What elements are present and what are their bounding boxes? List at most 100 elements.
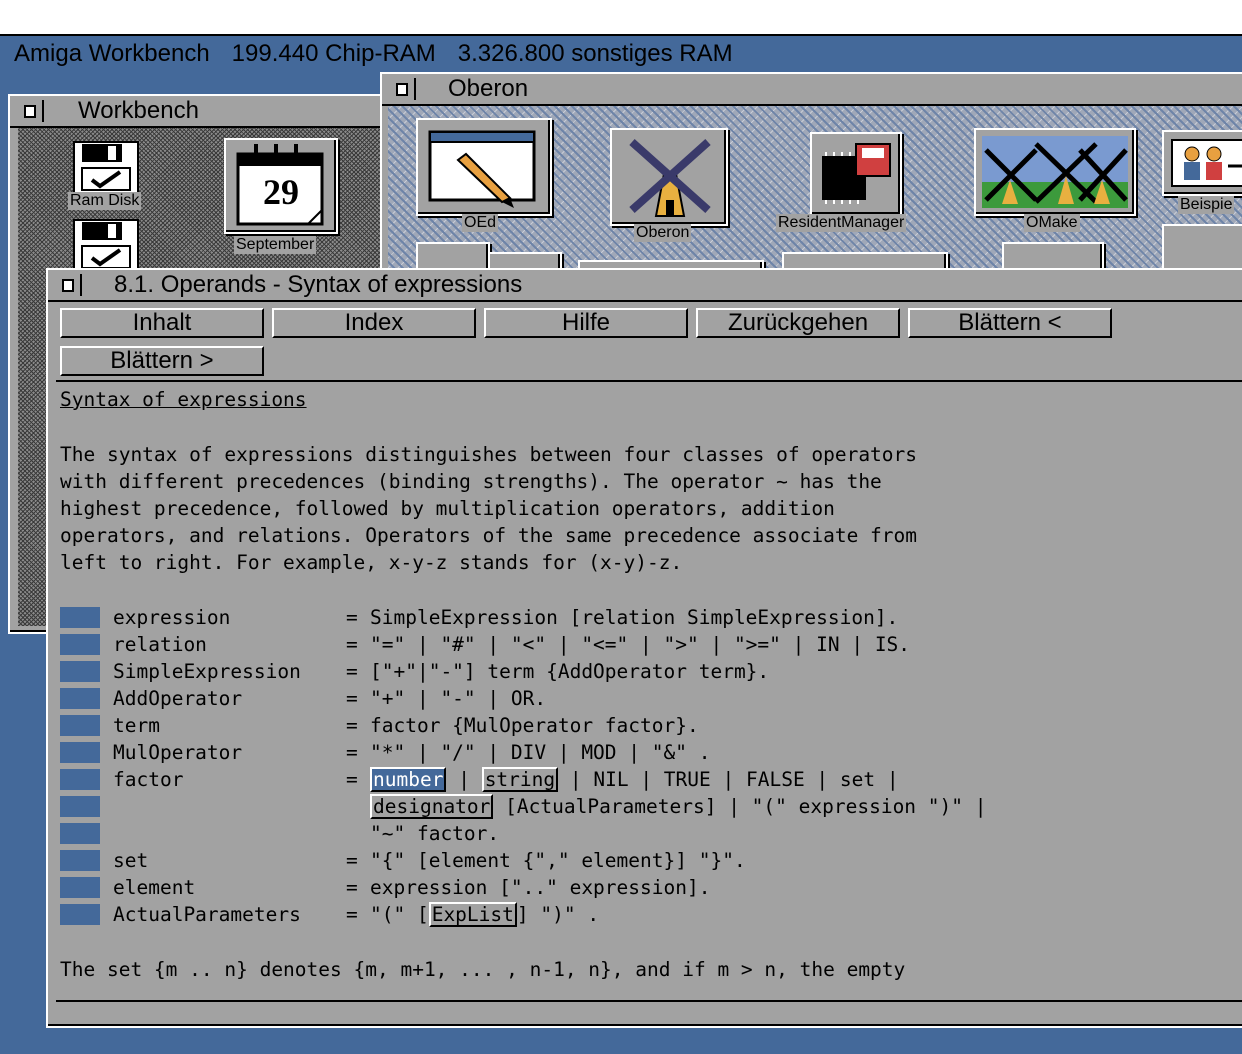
rule-equals: = (346, 876, 358, 899)
screen-title-bar: Amiga Workbench 199.440 Chip-RAM 3.326.800… (0, 0, 1242, 67)
rule-equals: = (346, 903, 358, 926)
help-content: Inhalt Index Hilfe Zurückgehen Blättern … (56, 302, 1242, 1018)
omake-label: OMake (1024, 214, 1080, 232)
disk-icon[interactable] (72, 218, 142, 274)
rule-body: expression [".." expression]. (370, 876, 711, 899)
grammar-row: factor = number | string | NIL | TRUE | … (56, 766, 1242, 793)
chip-ram-readout: 199.440 Chip-RAM (231, 40, 436, 67)
rule-name: factor (113, 768, 184, 791)
grammar-row: SimpleExpression = ["+"|"-"] term {AddOp… (56, 658, 1242, 685)
grammar-row: expression = SimpleExpression [relation … (56, 604, 1242, 631)
chip-icon[interactable] (810, 132, 902, 216)
people-icon[interactable] (1162, 130, 1242, 196)
hilfe-button[interactable]: Hilfe (484, 308, 688, 338)
rule-name: MulOperator (113, 741, 243, 764)
rule-body: "+" | "-" | OR. (370, 687, 547, 710)
row-marker (60, 877, 100, 898)
row-marker (60, 661, 100, 682)
row-marker (60, 634, 100, 655)
row-marker (60, 796, 100, 817)
ram-disk-icon[interactable] (72, 140, 142, 196)
row-marker (60, 823, 100, 844)
grammar-row: "~" factor. (56, 820, 1242, 847)
oed-label: OEd (462, 214, 499, 232)
help-text-area[interactable]: Syntax of expressions The syntax of expr… (56, 380, 1242, 1000)
rule-name: AddOperator (113, 687, 243, 710)
calendar-label: September (234, 236, 317, 254)
link-number[interactable]: number (370, 767, 447, 792)
workbench-titlebar[interactable]: Workbench (10, 96, 386, 128)
inhalt-button[interactable]: Inhalt (60, 308, 264, 338)
row-marker (60, 688, 100, 709)
footer-text-line: The set {m .. n} denotes {m, m+1, ... , … (60, 958, 906, 981)
blaettern-next-button[interactable]: Blättern > (60, 346, 264, 376)
link-designator[interactable]: designator (370, 794, 494, 819)
calendar-icon[interactable]: 29 (224, 138, 338, 234)
ram-disk-label: Ram Disk (68, 192, 142, 210)
section-heading: Syntax of expressions (60, 388, 307, 411)
rule-equals: = (346, 741, 358, 764)
horizontal-scrollbar[interactable] (56, 1000, 1242, 1018)
rule-equals: = (346, 687, 358, 710)
row-marker (60, 904, 100, 925)
editor-icon[interactable] (416, 118, 552, 216)
windmills-icon[interactable] (974, 128, 1136, 216)
rule-body: "~" factor. (370, 822, 500, 845)
rule-body: ["+"|"-"] term {AddOperator term}. (370, 660, 770, 683)
row-marker (60, 715, 100, 736)
rule-body: "=" | "#" | "<" | "<=" | ">" | ">=" | IN… (370, 633, 911, 656)
rule-name: set (113, 849, 149, 872)
grammar-row: element = expression [".." expression]. (56, 874, 1242, 901)
link-explist[interactable]: ExpList (428, 902, 517, 927)
rule-name: expression (113, 606, 231, 629)
link-string[interactable]: string (481, 767, 559, 792)
windmill-icon[interactable] (610, 128, 728, 226)
rule-equals: = (346, 849, 358, 872)
help-titlebar[interactable]: 8.1. Operands - Syntax of expressions (48, 270, 1242, 302)
grammar-row: MulOperator = "*" | "/" | DIV | MOD | "&… (56, 739, 1242, 766)
rule-body: "{" [element {"," element}] "}". (370, 849, 746, 872)
close-gadget-icon[interactable] (390, 78, 416, 100)
help-window[interactable]: 8.1. Operands - Syntax of expressions In… (46, 268, 1242, 1028)
grammar-row: designator [ActualParameters] | "(" expr… (56, 793, 1242, 820)
other-ram-readout: 3.326.800 sonstiges RAM (457, 40, 733, 67)
workbench-title: Workbench (78, 97, 199, 124)
blaettern-prev-button[interactable]: Blättern < (908, 308, 1112, 338)
rule-equals: = (346, 714, 358, 737)
row-marker (60, 850, 100, 871)
row-marker (60, 607, 100, 628)
rule-name: ActualParameters (113, 903, 301, 926)
intro-line: with different precedences (binding stre… (60, 470, 882, 493)
rule-equals: = (346, 660, 358, 683)
help-window-title: 8.1. Operands - Syntax of expressions (114, 271, 523, 298)
close-gadget-icon[interactable] (56, 274, 82, 296)
intro-line: The syntax of expressions distinguishes … (60, 443, 918, 466)
rule-name: term (113, 714, 160, 737)
rule-name: SimpleExpression (113, 660, 301, 683)
close-gadget-icon[interactable] (18, 100, 44, 122)
resident-manager-label: ResidentManager (776, 214, 907, 232)
rule-equals: = (346, 768, 358, 791)
screen-title: Amiga Workbench (14, 40, 210, 67)
rule-body: number | string | NIL | TRUE | FALSE | s… (370, 766, 899, 793)
row-marker (60, 769, 100, 790)
oberon-title: Oberon (448, 75, 529, 102)
rule-body: "*" | "/" | DIV | MOD | "&" . (370, 741, 711, 764)
grammar-row: set = "{" [element {"," element}] "}". (56, 847, 1242, 874)
beispie-label: Beispie (1178, 196, 1235, 214)
rule-equals: = (346, 633, 358, 656)
rule-name: relation (113, 633, 207, 656)
grammar-row: AddOperator = "+" | "-" | OR. (56, 685, 1242, 712)
rule-body: SimpleExpression [relation SimpleExpress… (370, 606, 899, 629)
intro-line: operators, and relations. Operators of t… (60, 524, 918, 547)
oberon-label: Oberon (634, 224, 692, 242)
index-button[interactable]: Index (272, 308, 476, 338)
zurueckgehen-button[interactable]: Zurückgehen (696, 308, 900, 338)
oberon-window[interactable]: Oberon OEd Oberon ResidentManager OMake … (380, 72, 1242, 286)
intro-line: highest precedence, followed by multipli… (60, 497, 835, 520)
oberon-titlebar[interactable]: Oberon (382, 74, 1242, 106)
row-marker (60, 742, 100, 763)
rule-name: element (113, 876, 196, 899)
calendar-day: 29 (263, 172, 299, 212)
grammar-row: ActualParameters = "(" [ExpList] ")" . (56, 901, 1242, 928)
